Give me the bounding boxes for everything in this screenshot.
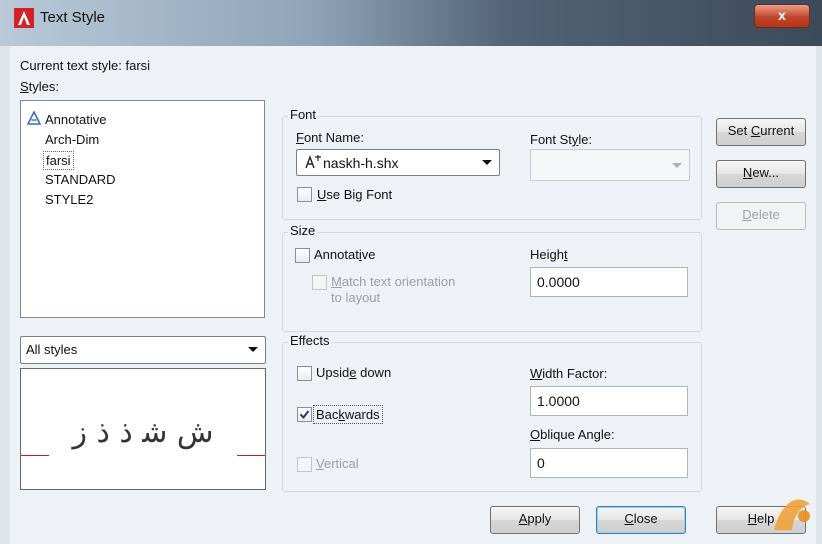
font-group-label: Font: [288, 107, 319, 122]
font-name-value: naskh-h.shx: [323, 155, 399, 171]
style-item-annotative[interactable]: Annotative: [45, 112, 106, 127]
match-orientation-checkbox[interactable]: [312, 275, 327, 290]
style-filter-dropdown[interactable]: All styles: [20, 336, 266, 364]
width-factor-input[interactable]: 1.0000: [530, 386, 688, 416]
preview-baseline-right: [237, 455, 265, 456]
style-filter-value: All styles: [26, 342, 78, 357]
style-item-style2[interactable]: STYLE2: [45, 192, 93, 207]
use-big-font-label: Use Big Font: [317, 187, 393, 202]
window-close-button[interactable]: x: [754, 4, 810, 28]
window-title: Text Style: [40, 9, 106, 26]
annotative-checkbox[interactable]: [295, 248, 310, 263]
vertical-label: Vertical: [316, 456, 359, 471]
annotative-label: Annotative: [314, 247, 376, 262]
font-name-label: Font Name:: [296, 130, 364, 145]
chevron-down-icon: [672, 163, 682, 168]
size-group-label: Size: [288, 223, 318, 238]
preview-text: ش ﺷ ﺫ ﺫ ﺯ: [72, 415, 214, 450]
close-button[interactable]: Close: [596, 506, 686, 534]
upside-down-label: Upside down: [316, 365, 392, 380]
set-current-button[interactable]: Set Current: [716, 118, 806, 146]
use-big-font-checkbox[interactable]: [297, 187, 312, 202]
watermark-logo: [774, 499, 810, 530]
styles-label: Styles:: [20, 79, 60, 94]
checkmark-icon: [299, 410, 310, 420]
upside-down-checkbox[interactable]: [297, 366, 312, 381]
font-name-dropdown[interactable]: naskh-h.shx: [296, 149, 500, 176]
vertical-checkbox[interactable]: [297, 457, 312, 472]
current-style-label: Current text style: farsi: [20, 58, 151, 73]
dialog-body: Current text style: farsi Styles: Annota…: [10, 46, 816, 544]
chevron-down-icon: [248, 347, 258, 352]
shx-font-icon: [305, 154, 321, 169]
chevron-down-icon: [482, 160, 492, 165]
text-style-dialog: Text Style x Current text style: farsi S…: [0, 0, 822, 544]
height-label: Height: [530, 247, 568, 262]
preview-box: ش ﺷ ﺫ ﺫ ﺯ: [20, 368, 266, 490]
backwards-label: Backwards: [313, 405, 383, 424]
effects-group-label: Effects: [288, 333, 332, 348]
annotative-icon: [26, 110, 42, 125]
match-orientation-label: Match text orientation: [331, 274, 456, 289]
style-item-arch-dim[interactable]: Arch-Dim: [45, 132, 99, 147]
font-style-dropdown[interactable]: [530, 149, 690, 181]
backwards-checkbox[interactable]: [297, 407, 312, 422]
new-button[interactable]: New...: [716, 160, 806, 188]
oblique-angle-label: Oblique Angle:: [530, 427, 615, 442]
height-input[interactable]: 0.0000: [530, 267, 688, 297]
font-style-label: Font Style:: [530, 132, 593, 147]
preview-baseline-left: [21, 455, 49, 456]
styles-list[interactable]: Annotative Arch-Dim farsi STANDARD STYLE…: [20, 100, 265, 318]
oblique-angle-input[interactable]: 0: [530, 448, 688, 478]
width-factor-label: Width Factor:: [530, 366, 608, 381]
style-item-standard[interactable]: STANDARD: [45, 172, 116, 187]
delete-button[interactable]: Delete: [716, 202, 806, 230]
style-item-farsi[interactable]: farsi: [43, 151, 74, 170]
match-orientation-label-2: to layout: [331, 290, 381, 305]
autocad-app-icon: [14, 8, 34, 28]
title-bar[interactable]: Text Style x: [0, 0, 822, 46]
apply-button[interactable]: Apply: [490, 506, 580, 534]
